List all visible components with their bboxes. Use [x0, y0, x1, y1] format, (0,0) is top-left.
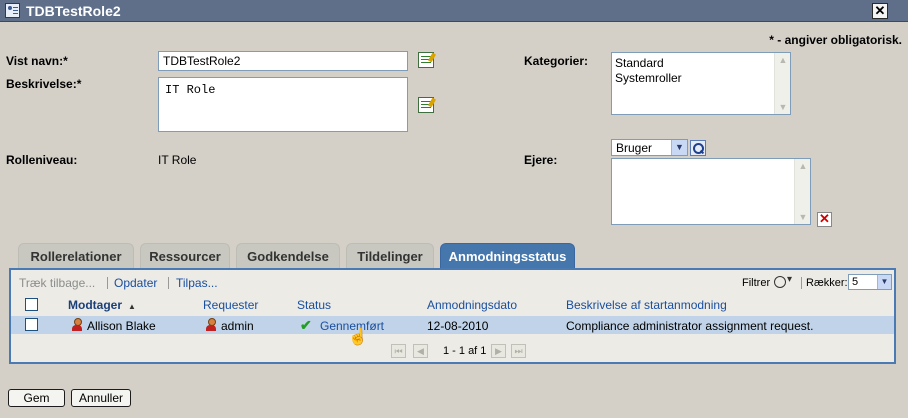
column-header-request-date[interactable]: Anmodningsdato: [427, 298, 517, 312]
display-name-input[interactable]: TDBTestRole2: [158, 51, 408, 71]
column-header-description[interactable]: Beskrivelse af startanmodning: [566, 298, 727, 312]
categories-label: Kategorier:: [524, 54, 589, 68]
table-row[interactable]: Allison Blake admin ✔ Gennemført 12-08-2…: [11, 316, 894, 334]
tab-assignments[interactable]: Tildelinger: [346, 243, 434, 268]
rows-select[interactable]: 5 ▼: [848, 274, 892, 290]
role-level-label: Rolleniveau:: [6, 153, 78, 167]
chevron-down-icon[interactable]: ▼: [877, 275, 891, 289]
description-label: Beskrivelse:*: [6, 77, 82, 91]
localize-edit-icon[interactable]: [418, 52, 434, 68]
role-level-value: IT Role: [158, 153, 197, 167]
tab-approval[interactable]: Godkendelse: [236, 243, 340, 268]
scroll-down-icon[interactable]: ▼: [778, 102, 788, 112]
customize-button[interactable]: Tilpas...: [176, 276, 218, 290]
filter-icon[interactable]: [774, 274, 798, 288]
category-option[interactable]: Standard: [615, 56, 787, 71]
owner-type-value: Bruger: [616, 141, 653, 155]
close-button[interactable]: ✕: [872, 3, 888, 19]
refresh-button[interactable]: Opdater: [114, 276, 157, 290]
owners-scrollbar[interactable]: ▲ ▼: [794, 159, 810, 224]
delete-icon[interactable]: ✕: [817, 212, 832, 227]
description-textarea[interactable]: IT Role: [158, 77, 408, 132]
owners-listbox[interactable]: ▲ ▼: [611, 158, 811, 225]
request-status-panel: Træk tilbage... Opdater Tilpas... Filtre…: [9, 268, 896, 364]
pager-text: 1 - 1 af 1: [443, 345, 487, 357]
required-note: * - angiver obligatorisk.: [769, 33, 902, 47]
hand-cursor-icon: ☝: [348, 329, 368, 346]
role-icon: [5, 3, 20, 18]
owners-label: Ejere:: [524, 153, 558, 167]
request-date-cell: 12-08-2010: [427, 319, 489, 333]
save-button[interactable]: Gem: [8, 389, 65, 407]
description-cell: Compliance administrator assignment requ…: [566, 319, 814, 333]
chevron-down-icon[interactable]: ▼: [671, 140, 687, 155]
title-bar: TDBTestRole2 ✕: [0, 0, 908, 22]
recipient-cell: Allison Blake: [87, 319, 156, 333]
sort-ascending-icon: ▲: [128, 302, 136, 311]
checkmark-icon: ✔: [300, 317, 312, 333]
scroll-down-icon[interactable]: ▼: [798, 212, 808, 222]
column-header-recipient[interactable]: Modtager ▲: [68, 298, 136, 312]
scroll-up-icon[interactable]: ▲: [798, 161, 808, 171]
tab-request-status[interactable]: Anmodningsstatus: [440, 243, 575, 269]
select-all-checkbox[interactable]: [25, 298, 38, 311]
table-toolbar: Træk tilbage... Opdater Tilpas... Filtre…: [11, 270, 894, 294]
categories-listbox[interactable]: Standard Systemroller ▲ ▼: [611, 52, 791, 115]
cancel-button[interactable]: Annuller: [71, 389, 131, 407]
row-checkbox[interactable]: [25, 318, 38, 331]
toolbar-divider: [107, 277, 108, 289]
first-page-icon[interactable]: ⏮: [391, 344, 406, 358]
toolbar-divider: [168, 277, 169, 289]
retract-button[interactable]: Træk tilbage...: [19, 276, 95, 290]
rows-label: Rækker:: [806, 277, 848, 289]
column-header-requester[interactable]: Requester: [203, 298, 258, 312]
rows-select-value: 5: [852, 276, 859, 288]
column-header-label: Modtager: [68, 298, 122, 312]
tab-resources[interactable]: Ressourcer: [140, 243, 230, 268]
category-option[interactable]: Systemroller: [615, 71, 787, 86]
requester-cell: admin: [221, 319, 254, 333]
user-icon: [71, 318, 82, 332]
filter-label: Filtrer: [742, 277, 771, 289]
previous-page-icon[interactable]: ◀: [413, 344, 428, 358]
localize-edit-icon[interactable]: [418, 97, 434, 113]
last-page-icon[interactable]: ⏭: [511, 344, 526, 358]
owner-type-select[interactable]: Bruger ▼: [611, 139, 688, 156]
column-header-status[interactable]: Status: [297, 298, 331, 312]
tab-role-relations[interactable]: Rollerelationer: [18, 243, 134, 268]
next-page-icon[interactable]: ▶: [491, 344, 506, 358]
categories-scrollbar[interactable]: ▲ ▼: [774, 53, 790, 114]
table-header: Modtager ▲ Requester Status Anmodningsdat…: [11, 296, 894, 314]
window-title: TDBTestRole2: [26, 3, 121, 19]
user-icon: [205, 318, 216, 332]
search-icon[interactable]: [690, 140, 706, 156]
display-name-label: Vist navn:*: [6, 54, 68, 68]
toolbar-divider: [801, 277, 802, 289]
scroll-up-icon[interactable]: ▲: [778, 55, 788, 65]
